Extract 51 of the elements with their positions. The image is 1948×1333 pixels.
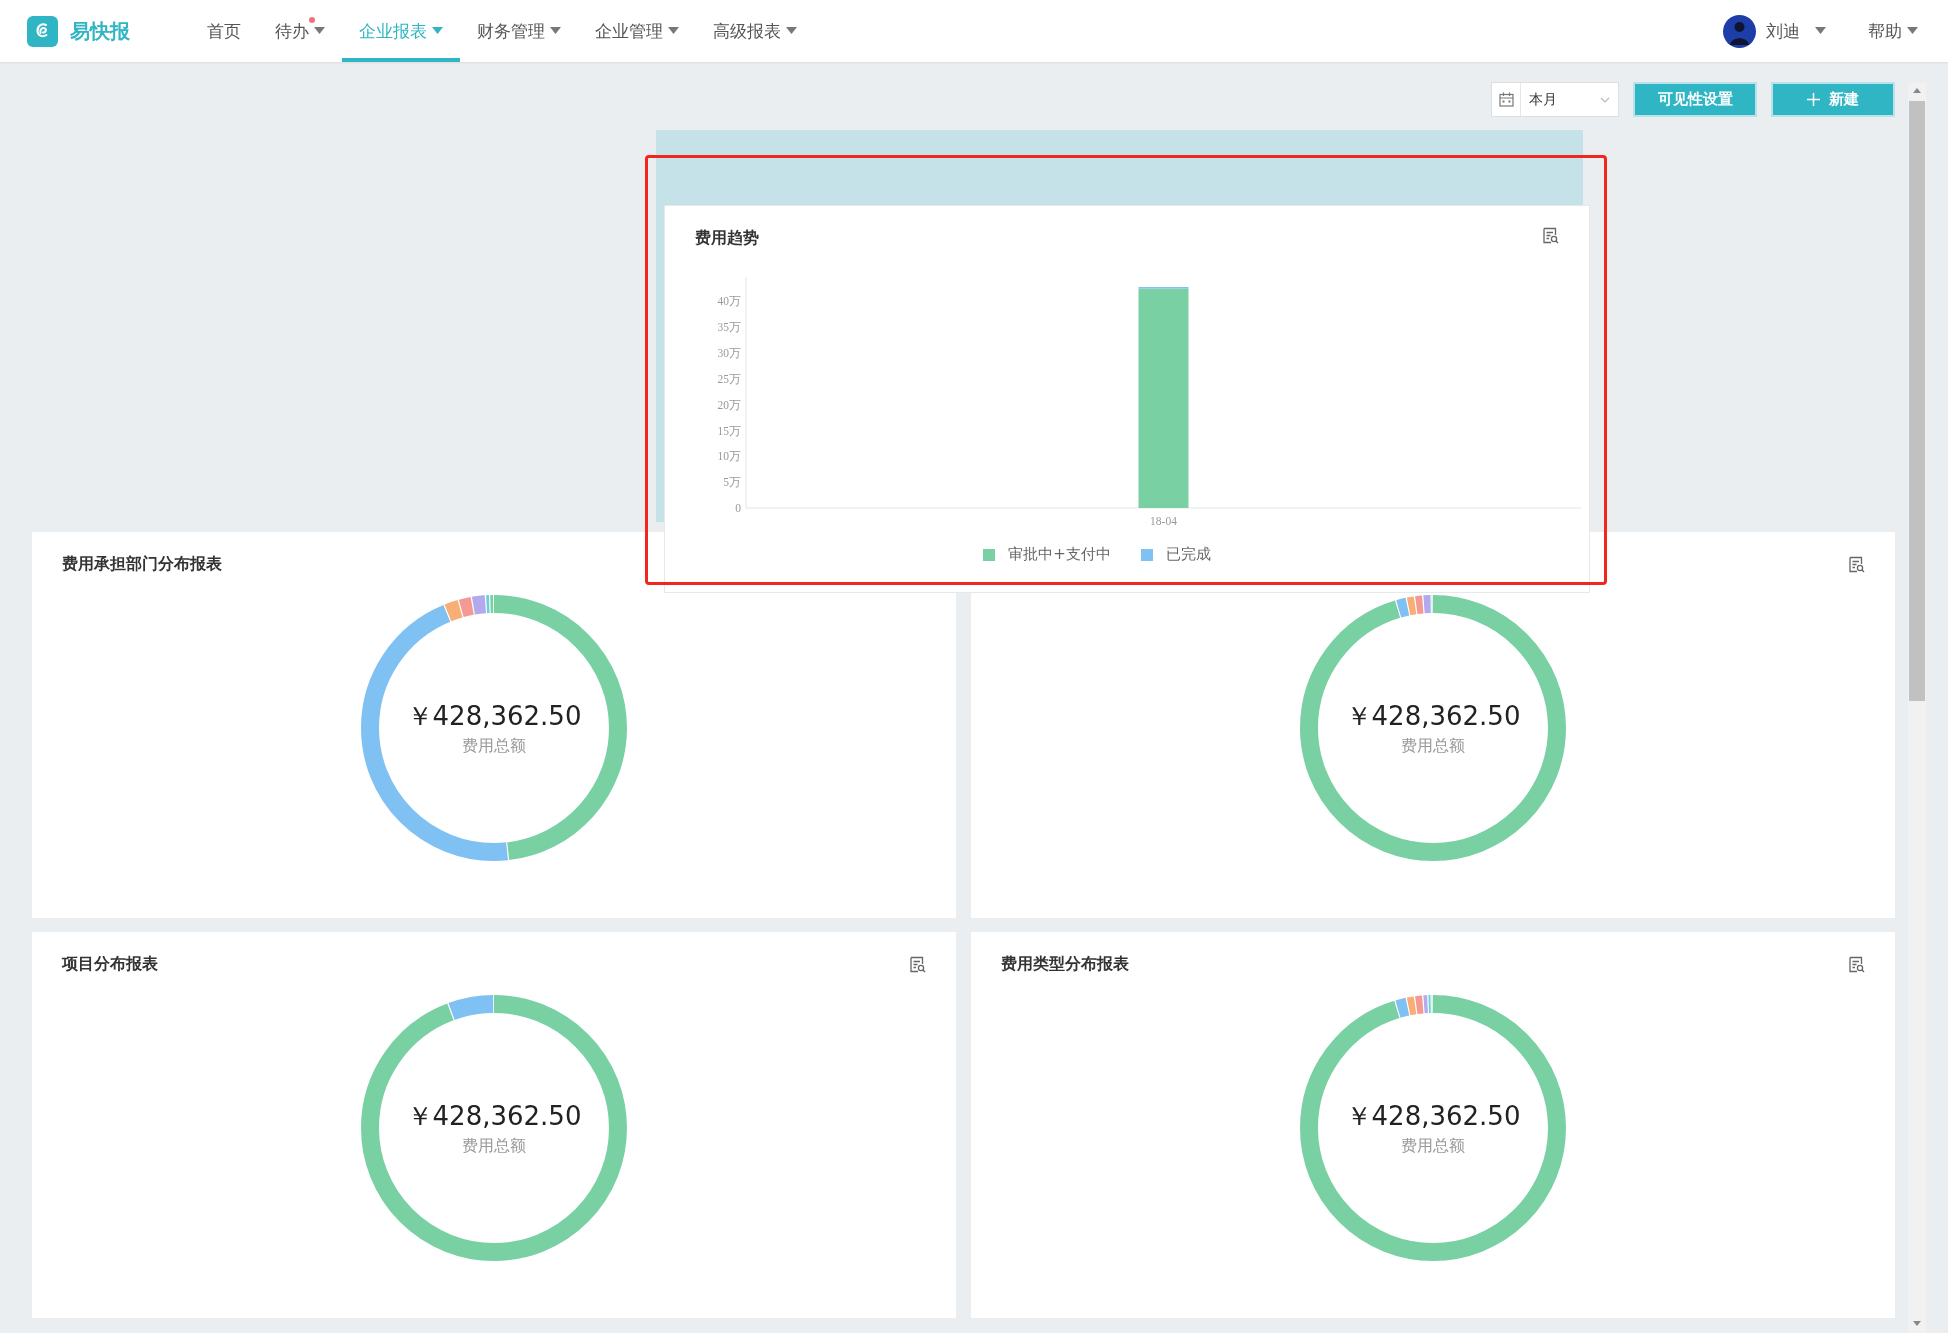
axis-label: 10万 (717, 450, 741, 463)
card-title: 项目分布报表 (62, 953, 158, 975)
caret-icon (1907, 27, 1918, 35)
chevron-down-icon (1600, 96, 1610, 103)
date-range-value: 本月 (1529, 90, 1558, 109)
user-menu[interactable]: 刘迪 (1723, 0, 1826, 62)
detail-icon[interactable] (1848, 955, 1865, 973)
axis-label: 5万 (723, 476, 741, 489)
axis-label: 18-04 (1150, 515, 1177, 527)
axis-label: 40万 (717, 295, 741, 308)
amount-label: 费用总额 (462, 1136, 526, 1157)
brand-name: 易快报 (70, 17, 130, 45)
nav-tab[interactable]: 待办 (258, 0, 342, 62)
nav-tab[interactable]: 首页 (190, 0, 258, 62)
axis-label: 20万 (717, 398, 741, 411)
avatar-icon (1723, 14, 1756, 48)
caret-icon (314, 27, 325, 35)
help-menu[interactable]: 帮助 (1868, 0, 1918, 62)
axis-label: 0 (735, 502, 741, 514)
legend-label: 已完成 (1165, 545, 1211, 564)
legend-label: 审批中+支付中 (1008, 545, 1111, 564)
caret-icon (550, 27, 561, 35)
axis-label: 35万 (717, 321, 741, 334)
total-amount: ￥428,362.50 (406, 1100, 582, 1133)
axis-label: 15万 (717, 424, 741, 437)
scrollbar[interactable] (1908, 83, 1926, 1333)
caret-icon (786, 27, 797, 35)
amount-label: 费用总额 (1401, 1136, 1465, 1157)
nav-tab[interactable]: 企业管理 (578, 0, 696, 62)
axis-label: 30万 (717, 347, 741, 360)
amount-label: 费用总额 (462, 736, 526, 757)
total-amount: ￥428,362.50 (1345, 1100, 1521, 1133)
card-title: 费用承担部门分布报表 (62, 553, 222, 575)
detail-icon[interactable] (1542, 226, 1559, 244)
axis-label: 25万 (717, 372, 741, 385)
nav-tab[interactable]: 高级报表 (696, 0, 814, 62)
total-amount: ￥428,362.50 (1345, 700, 1521, 733)
caret-icon (1815, 27, 1826, 35)
calendar-icon (1498, 92, 1514, 107)
detail-icon[interactable] (909, 955, 926, 973)
plus-icon (1807, 93, 1820, 106)
notification-dot (309, 16, 315, 23)
card-title: 费用类型分布报表 (1001, 953, 1129, 975)
caret-icon (432, 27, 443, 35)
total-amount: ￥428,362.50 (406, 700, 582, 733)
date-range-picker[interactable]: 本月 (1491, 82, 1619, 117)
amount-label: 费用总额 (1401, 736, 1465, 757)
detail-icon[interactable] (1848, 555, 1865, 573)
card-title: 费用趋势 (695, 227, 759, 249)
nav-tab[interactable]: 财务管理 (460, 0, 578, 62)
caret-icon (668, 27, 679, 35)
